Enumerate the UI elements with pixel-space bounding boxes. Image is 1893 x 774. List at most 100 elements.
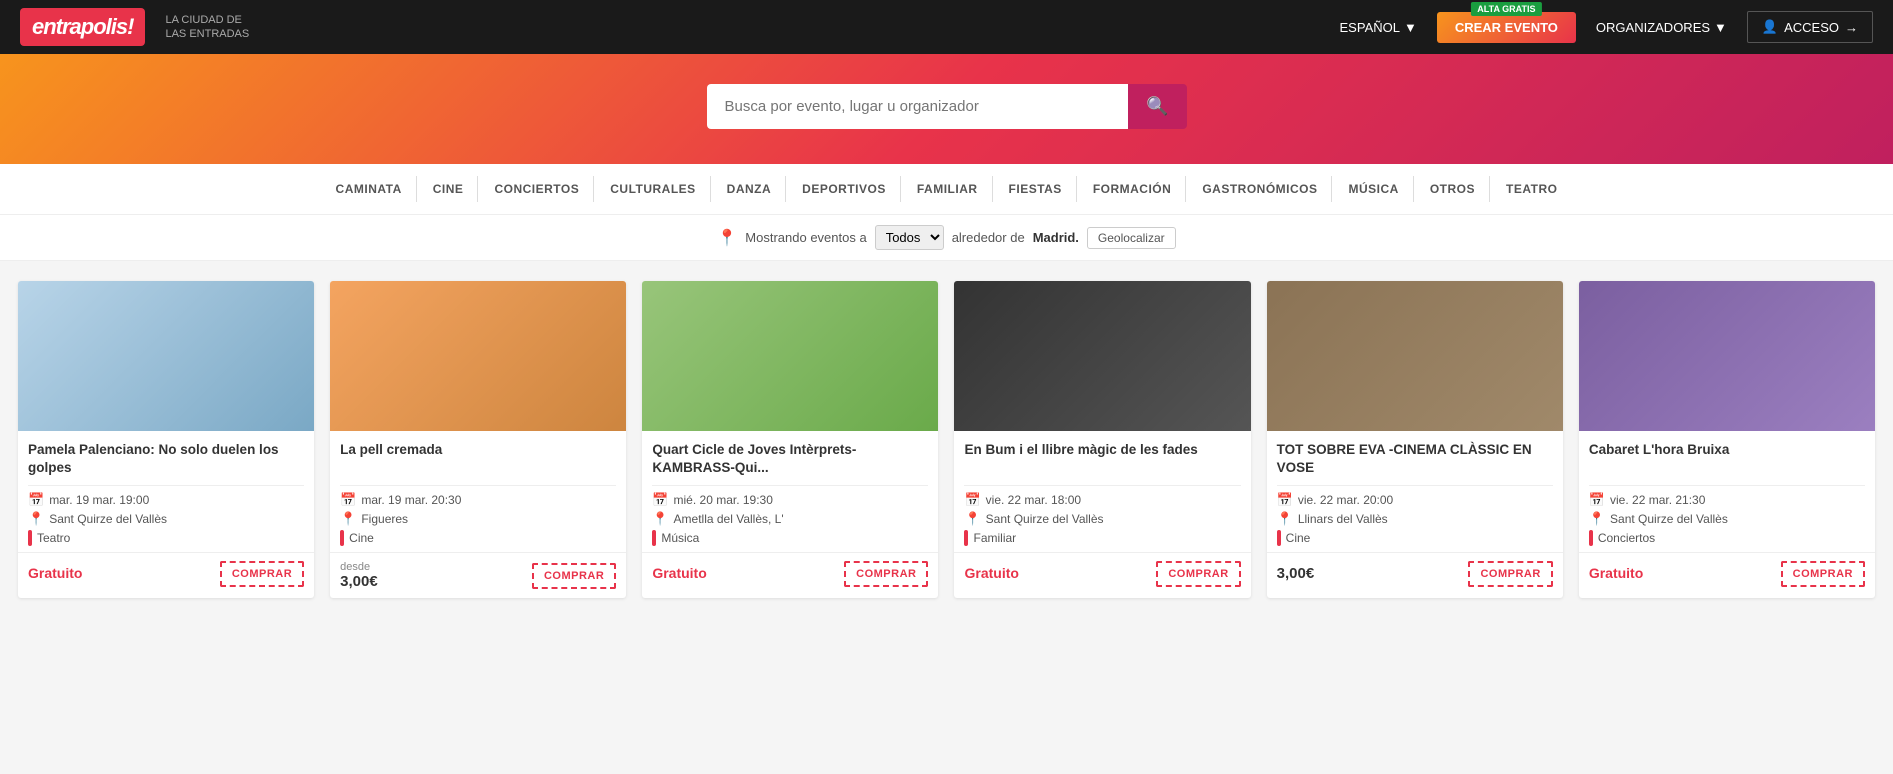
category-item-fiestas[interactable]: FIESTAS	[995, 176, 1077, 202]
event-title[interactable]: En Bum i el llibre màgic de les fades	[964, 441, 1240, 477]
header: entrapolis! LA CIUDAD DE LAS ENTRADAS ES…	[0, 0, 1893, 54]
price-free-label: Gratuito	[1589, 565, 1643, 581]
ciudad-link[interactable]: Madrid.	[1033, 230, 1079, 245]
geolocalizar-button[interactable]: Geolocalizar	[1087, 227, 1176, 249]
mostrando-label: Mostrando eventos a	[745, 230, 866, 245]
event-image	[954, 281, 1250, 431]
event-body: Cabaret L'hora Bruixa 📅vie. 22 mar. 21:30…	[1579, 431, 1875, 546]
category-item-culturales[interactable]: CULTURALES	[596, 176, 710, 202]
location-icon: 📍	[717, 228, 737, 248]
chevron-down-icon-org: ▼	[1714, 20, 1727, 35]
event-category-text: Cine	[349, 531, 374, 545]
event-category-text: Música	[661, 531, 699, 545]
category-dot-icon	[28, 530, 32, 546]
event-title[interactable]: Cabaret L'hora Bruixa	[1589, 441, 1865, 477]
crear-evento-button[interactable]: ALTA GRATIS CREAR EVENTO	[1437, 12, 1576, 43]
event-category-text: Teatro	[37, 531, 70, 545]
event-date-text: vie. 22 mar. 20:00	[1298, 493, 1393, 507]
logo-text: entrapolis!	[32, 14, 133, 39]
event-date-text: vie. 22 mar. 18:00	[986, 493, 1081, 507]
price-free-label: Gratuito	[964, 565, 1018, 581]
category-item-caminata[interactable]: CAMINATA	[322, 176, 417, 202]
category-item-cine[interactable]: CINE	[419, 176, 479, 202]
category-item-danza[interactable]: DANZA	[713, 176, 787, 202]
event-title[interactable]: Quart Cicle de Joves Intèrprets-KAMBRASS…	[652, 441, 928, 477]
price-free-label: Gratuito	[652, 565, 706, 581]
event-footer: Gratuito COMPRAR	[642, 552, 938, 595]
event-location: 📍Figueres	[340, 511, 616, 527]
event-footer: Gratuito COMPRAR	[1579, 552, 1875, 595]
event-category-text: Conciertos	[1598, 531, 1655, 545]
price-amount: 3,00€	[1277, 565, 1315, 582]
alta-gratis-badge: ALTA GRATIS	[1471, 2, 1541, 16]
event-location-text: Sant Quirze del Vallès	[1610, 512, 1728, 526]
calendar-icon: 📅	[1589, 492, 1605, 508]
event-footer: Gratuito COMPRAR	[954, 552, 1250, 595]
todos-select[interactable]: Todos	[875, 225, 944, 250]
event-title[interactable]: TOT SOBRE EVA -CINEMA CLÀSSIC EN VOSE	[1277, 441, 1553, 477]
pin-icon: 📍	[652, 511, 668, 527]
search-container: 🔍	[707, 84, 1187, 129]
category-item-musica[interactable]: MÚSICA	[1334, 176, 1413, 202]
language-button[interactable]: ESPAÑOL ▼	[1340, 20, 1417, 35]
event-date-text: mié. 20 mar. 19:30	[674, 493, 773, 507]
event-card: La pell cremada 📅mar. 19 mar. 20:30 📍Figue…	[330, 281, 626, 598]
buy-button[interactable]: COMPRAR	[844, 561, 928, 587]
event-footer: desde3,00€COMPRAR	[330, 552, 626, 598]
event-category: Cine	[340, 530, 616, 546]
event-location: 📍 Sant Quirze del Vallès	[1589, 511, 1865, 527]
event-price: Gratuito	[964, 565, 1018, 583]
event-card: Quart Cicle de Joves Intèrprets-KAMBRASS…	[642, 281, 938, 598]
price-amount: 3,00€	[340, 573, 378, 590]
category-dot-icon	[652, 530, 656, 546]
hero-section: 🔍	[0, 54, 1893, 164]
logo[interactable]: entrapolis!	[20, 8, 145, 46]
event-price: Gratuito	[1589, 565, 1643, 583]
language-label: ESPAÑOL	[1340, 20, 1400, 35]
buy-button[interactable]: COMPRAR	[532, 563, 616, 589]
buy-button[interactable]: COMPRAR	[220, 561, 304, 587]
user-icon: 👤	[1762, 19, 1778, 35]
event-location-text: Sant Quirze del Vallès	[986, 512, 1104, 526]
category-dot-icon	[1589, 530, 1593, 546]
event-title[interactable]: Pamela Palenciano: No solo duelen los go…	[28, 441, 304, 477]
search-button[interactable]: 🔍	[1128, 84, 1186, 129]
crear-evento-label: CREAR EVENTO	[1455, 20, 1558, 35]
event-location-text: Ametlla del Vallès, L'	[674, 512, 784, 526]
acceso-button[interactable]: 👤 ACCESO →	[1747, 11, 1873, 43]
pin-icon: 📍	[340, 511, 356, 527]
event-date-text: mar. 19 mar. 19:00	[49, 493, 149, 507]
category-item-gastronomicos[interactable]: GASTRONÓMICOS	[1188, 176, 1332, 202]
category-dot-icon	[1277, 530, 1281, 546]
category-item-otros[interactable]: OTROS	[1416, 176, 1490, 202]
event-price: Gratuito	[28, 565, 82, 583]
category-item-teatro[interactable]: TEATRO	[1492, 176, 1571, 202]
event-date: 📅vie. 22 mar. 18:00	[964, 492, 1240, 508]
buy-button[interactable]: COMPRAR	[1468, 561, 1552, 587]
category-item-deportivos[interactable]: DEPORTIVOS	[788, 176, 901, 202]
event-title[interactable]: La pell cremada	[340, 441, 616, 477]
pin-icon: 📍	[28, 511, 44, 527]
organizadores-button[interactable]: ORGANIZADORES ▼	[1596, 20, 1727, 35]
acceso-label: ACCESO	[1784, 20, 1839, 35]
event-date: 📅vie. 22 mar. 21:30	[1589, 492, 1865, 508]
calendar-icon: 📅	[340, 492, 356, 508]
category-item-familiar[interactable]: FAMILIAR	[903, 176, 993, 202]
search-input[interactable]	[707, 84, 1129, 129]
event-body: La pell cremada 📅mar. 19 mar. 20:30 📍Figue…	[330, 431, 626, 546]
search-icon: 🔍	[1146, 96, 1168, 116]
event-card: Pamela Palenciano: No solo duelen los go…	[18, 281, 314, 598]
event-image	[330, 281, 626, 431]
buy-button[interactable]: COMPRAR	[1781, 561, 1865, 587]
event-date: 📅mar. 19 mar. 20:30	[340, 492, 616, 508]
pin-icon: 📍	[1589, 511, 1605, 527]
location-bar: 📍 Mostrando eventos a Todos alrededor de…	[0, 215, 1893, 261]
organizadores-label: ORGANIZADORES	[1596, 20, 1710, 35]
event-image	[18, 281, 314, 431]
event-image	[1579, 281, 1875, 431]
category-item-conciertos[interactable]: CONCIERTOS	[480, 176, 594, 202]
category-item-formacion[interactable]: FORMACIÓN	[1079, 176, 1187, 202]
tagline: LA CIUDAD DE LAS ENTRADAS	[165, 13, 249, 42]
buy-button[interactable]: COMPRAR	[1156, 561, 1240, 587]
event-body: Quart Cicle de Joves Intèrprets-KAMBRASS…	[642, 431, 938, 546]
